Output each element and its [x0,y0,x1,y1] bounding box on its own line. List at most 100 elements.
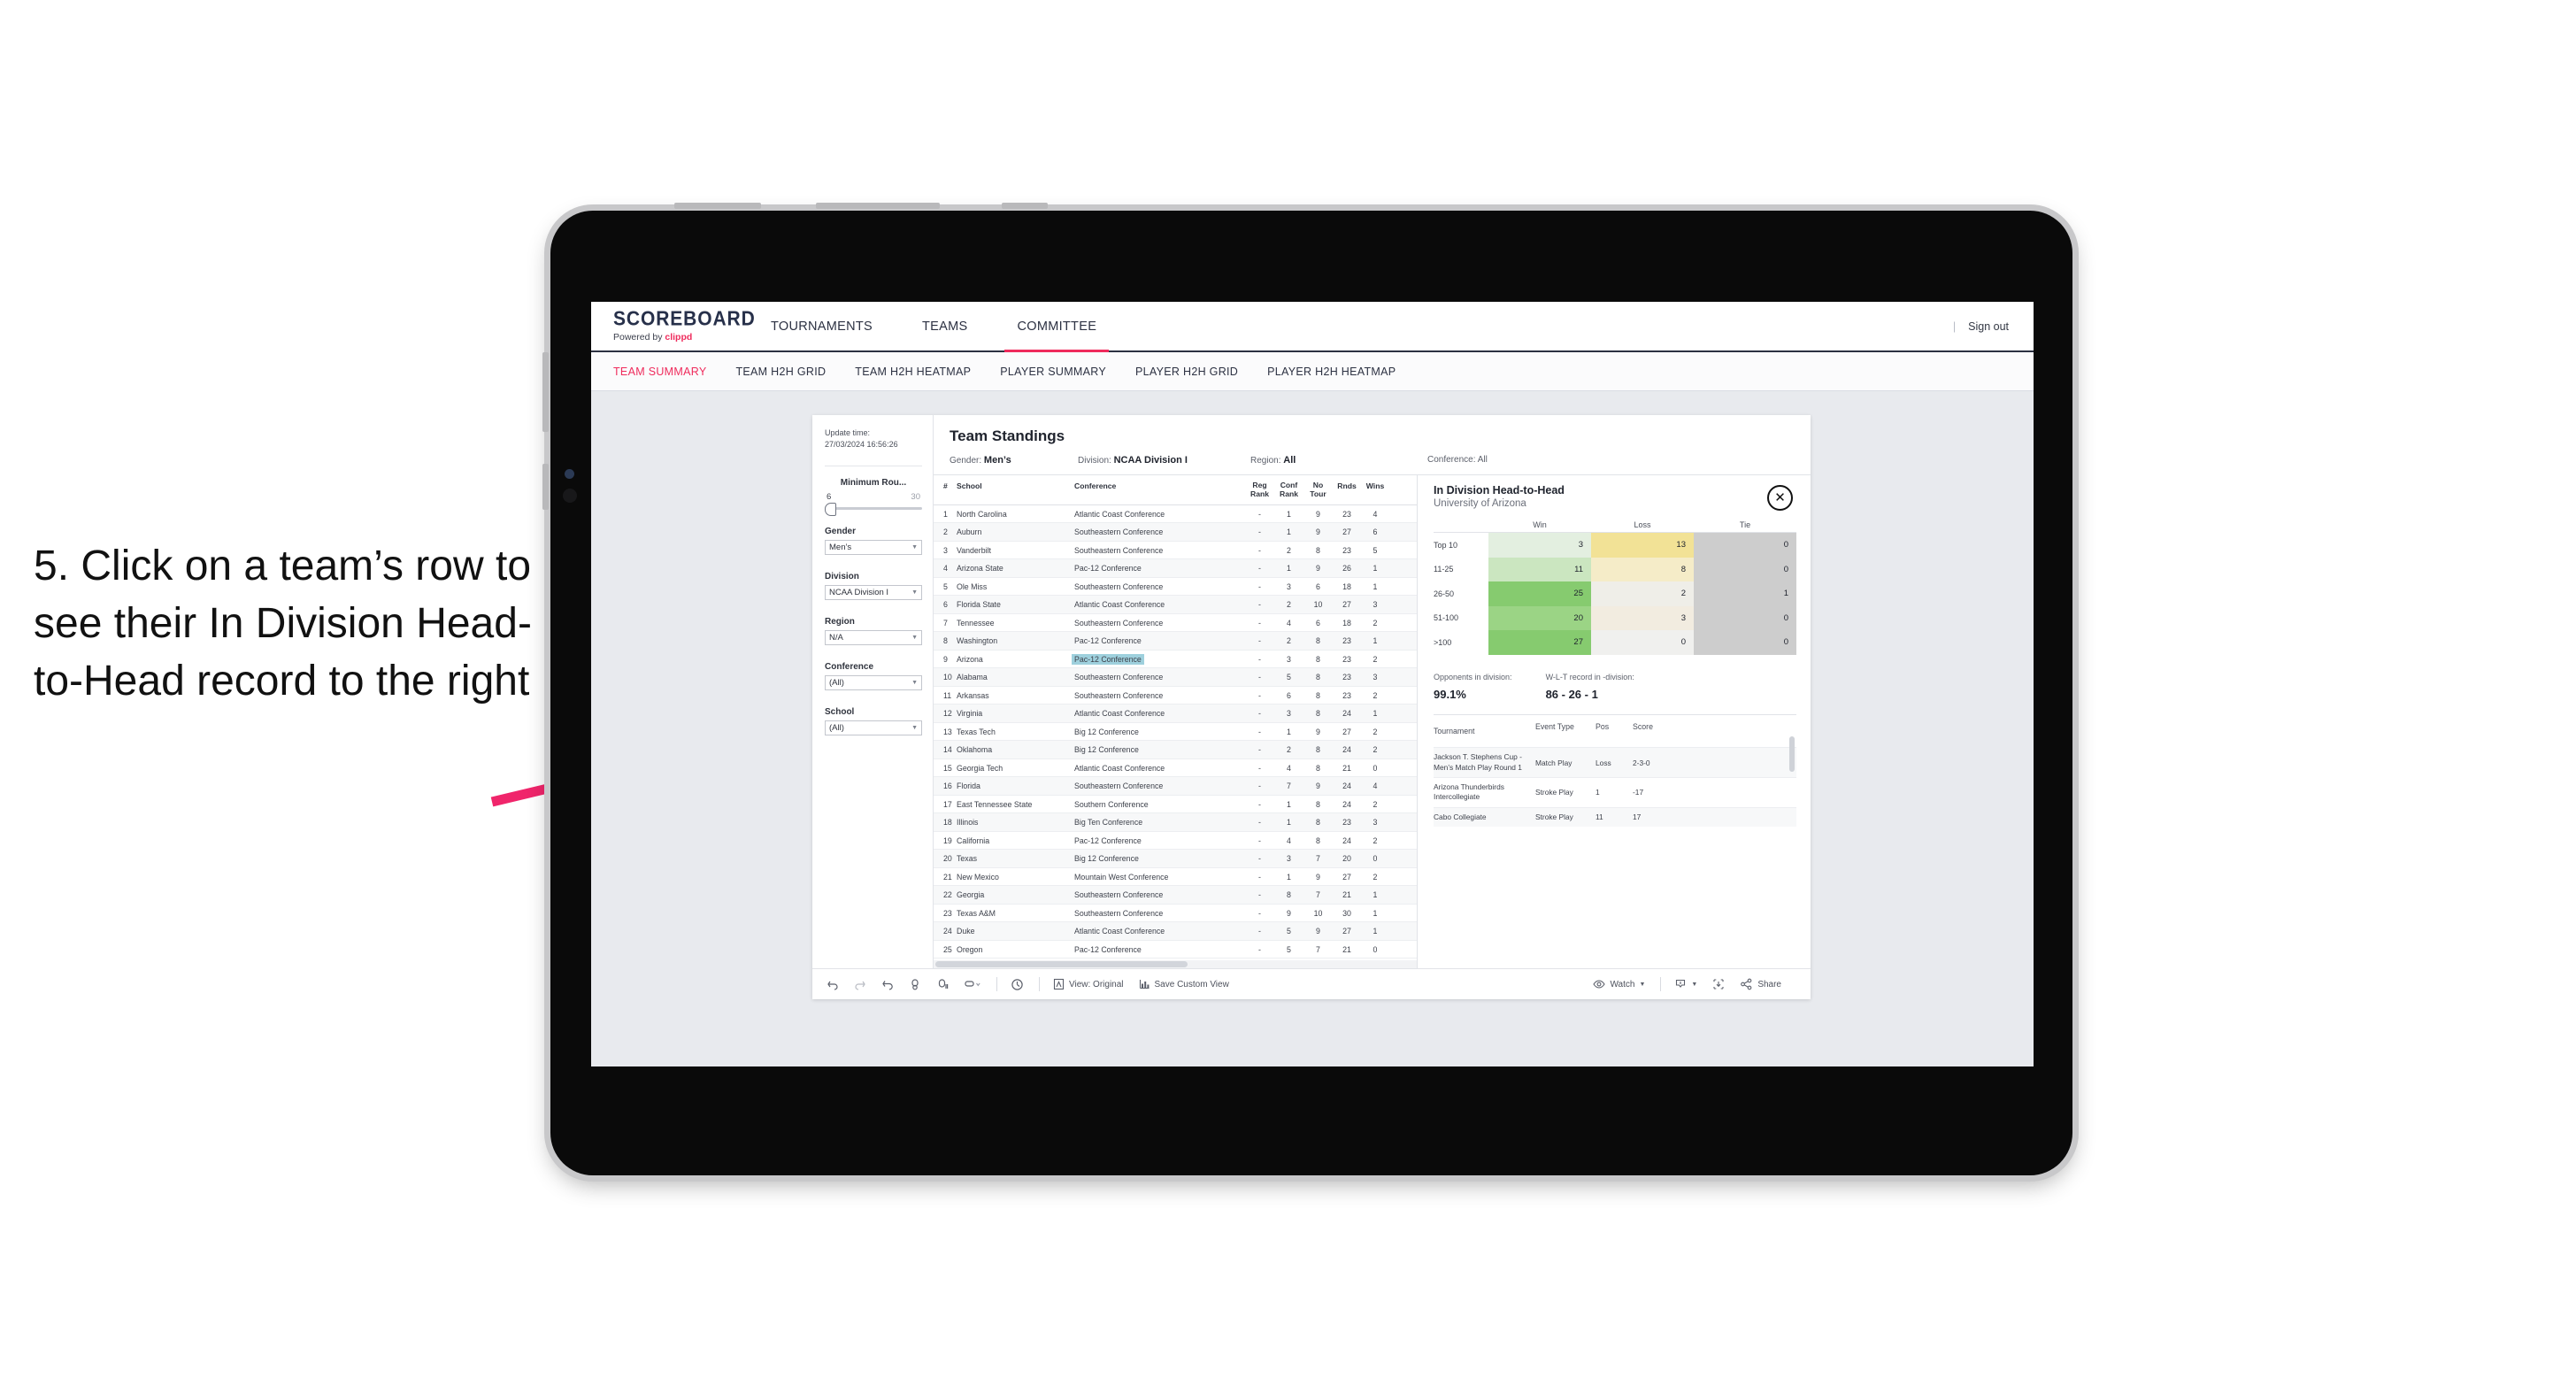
table-row[interactable]: 1 North Carolina Atlantic Coast Conference… [934,505,1417,524]
revert-button[interactable] [881,978,894,990]
list-item[interactable]: Arizona Thunderbirds Intercollegiate Stro… [1434,777,1796,807]
tab-player-h2h-heatmap[interactable]: PLAYER H2H HEATMAP [1267,366,1396,378]
table-row[interactable]: 25 Oregon Pac-12 Conference - 5 7 21 0 [934,941,1417,959]
tab-team-summary[interactable]: TEAM SUMMARY [613,366,706,378]
list-item[interactable]: Cabo Collegiate Stroke Play 11 17 [1434,806,1796,828]
heatmap-cell[interactable]: 1 [1694,581,1796,606]
redo-button[interactable] [854,978,866,990]
cell-wins: 1 [1373,709,1378,718]
heatmap-cell[interactable]: 11 [1488,557,1591,581]
table-row[interactable]: 9 Arizona Pac-12 Conference - 3 8 23 2 [934,651,1417,669]
table-row[interactable]: 20 Texas Big 12 Conference - 3 7 20 0 [934,850,1417,868]
heatmap-cell[interactable]: 0 [1694,605,1796,630]
col-header-rank[interactable]: # [934,481,957,499]
refresh-button[interactable] [909,978,921,990]
heatmap-cell[interactable]: 0 [1694,533,1796,558]
table-row[interactable]: 18 Illinois Big Ten Conference -1 8 23 3 [934,813,1417,832]
col-header-conference[interactable]: Conference [1074,481,1245,499]
heatmap-cell[interactable]: 27 [1488,630,1591,655]
heatmap-cell[interactable]: 3 [1591,605,1694,630]
cell-conference: Southeastern Conference [1074,890,1164,899]
instruction-annotation: 5. Click on a team’s row to see their In… [34,543,532,705]
nav-item-tournaments[interactable]: TOURNAMENTS [746,302,897,350]
col-header-conf-rank[interactable]: Conf Rank [1274,481,1303,499]
table-row[interactable]: 12 Virginia Atlantic Coast Conference - 3 8 24… [934,705,1417,723]
table-row[interactable]: 8 Washington Pac-12 Conference - 2 8 23 1 [934,632,1417,651]
table-row[interactable]: 3 Vanderbilt Southeastern Conference - 2 8 23 5 [934,542,1417,560]
slider-track[interactable] [825,503,922,517]
horizontal-scrollbar-thumb[interactable] [935,961,1188,967]
table-row[interactable]: 23 Texas A&M Southeastern Conference - 9 10 30… [934,905,1417,923]
table-row[interactable]: 7 Tennessee Southeastern Conference - 4 6 18 2 [934,614,1417,633]
table-row[interactable]: 24 Duke Atlantic Coast Conference - 5 9 27 1 [934,922,1417,941]
slider-handle[interactable] [825,503,836,517]
heatmap-cell[interactable]: 25 [1488,581,1591,606]
col-header-event-type[interactable]: Event Type [1535,722,1596,742]
save-custom-view-button[interactable]: Save Custom View [1139,978,1229,990]
table-row[interactable]: 22 Georgia Southeastern Conference - 8 7 21 1 [934,886,1417,905]
chevron-down-icon: ▼ [911,725,918,732]
app-logo[interactable]: SCOREBOARD Powered by clippd [591,302,755,350]
table-row[interactable]: 19 California Pac-12 Conference - 4 8 24 2 [934,832,1417,851]
highlight-button[interactable] [964,978,981,990]
col-header-rnds[interactable]: Rnds [1333,481,1361,499]
table-row[interactable]: 15 Georgia Tech Atlantic Coast Conference -… [934,759,1417,778]
tab-player-h2h-grid[interactable]: PLAYER H2H GRID [1135,366,1238,378]
col-header-no-tour[interactable]: No Tour [1303,481,1333,499]
table-row[interactable]: 2 Auburn Southeastern Conference - 1 9 27 6 [934,523,1417,542]
table-row[interactable]: 10 Alabama Southeastern Conference - 5 8 23 3 [934,668,1417,687]
heatmap-cell[interactable]: 0 [1694,630,1796,655]
col-header-school[interactable]: School [957,481,1074,499]
table-row[interactable]: 6 Florida State Atlantic Coast Conference -… [934,596,1417,614]
undo-button[interactable] [827,978,839,990]
alert-button[interactable]: ▼ [1674,978,1697,990]
watch-button[interactable]: Watch ▼ [1593,978,1645,990]
filter-select-division[interactable]: NCAA Division I ▼ [825,585,922,601]
col-header-reg-rank[interactable]: Reg Rank [1245,481,1274,499]
list-item[interactable]: Jackson T. Stephens Cup - Men’s Match Pl… [1434,747,1796,778]
tab-team-h2h-heatmap[interactable]: TEAM H2H HEATMAP [855,366,971,378]
cell-conference: Big 12 Conference [1074,727,1139,736]
horizontal-scrollbar[interactable] [934,960,1417,968]
col-header-tournament[interactable]: Tournament [1434,722,1535,742]
heatmap-cell[interactable]: 20 [1488,605,1591,630]
filter-select-gender[interactable]: Men’s ▼ [825,540,922,556]
table-row[interactable]: 21 New Mexico Mountain West Conference - 1 9 2… [934,868,1417,887]
vertical-scrollbar-thumb[interactable] [1789,735,1795,772]
close-icon[interactable]: ✕ [1767,485,1793,511]
col-header-score[interactable]: Score [1633,722,1679,742]
share-button[interactable]: Share [1740,978,1781,990]
table-row[interactable]: 5 Ole Miss Southeastern Conference - 3 6 18 1 [934,578,1417,597]
heatmap-cell[interactable]: 13 [1591,533,1694,558]
col-header-wins[interactable]: Wins [1361,481,1389,499]
table-row[interactable]: 4 Arizona State Pac-12 Conference - 1 9 26 1 [934,559,1417,578]
heatmap-cell[interactable]: 2 [1591,581,1694,606]
performance-button[interactable] [1011,978,1024,991]
heatmap-cell[interactable]: 3 [1488,533,1591,558]
table-row[interactable]: 17 East Tennessee State Southern Conferenc… [934,796,1417,814]
cell-rnds: 23 [1342,545,1351,555]
heatmap-cell[interactable]: 0 [1591,630,1694,655]
cell-conference: Southeastern Conference [1074,581,1164,591]
filter-select-school[interactable]: (All) ▼ [825,720,922,736]
nav-item-teams[interactable]: TEAMS [897,302,992,350]
tab-team-h2h-grid[interactable]: TEAM H2H GRID [735,366,826,378]
clock-icon [1011,978,1023,990]
undo-icon [827,981,838,990]
heatmap-cell[interactable]: 0 [1694,557,1796,581]
table-row[interactable]: 16 Florida Southeastern Conference - 7 9 24 4 [934,777,1417,796]
heatmap-cell[interactable]: 8 [1591,557,1694,581]
view-original-button[interactable]: View: Original [1053,978,1124,990]
table-row[interactable]: 13 Texas Tech Big 12 Conference - 1 9 27 2 [934,723,1417,742]
filter-select-region[interactable]: N/A ▼ [825,630,922,646]
col-header-pos[interactable]: Pos [1596,722,1633,742]
tab-player-summary[interactable]: PLAYER SUMMARY [1000,366,1106,378]
table-row[interactable]: 11 Arkansas Southeastern Conference - 6 8 23 2 [934,687,1417,705]
table-row[interactable]: 14 Oklahoma Big 12 Conference - 2 8 24 2 [934,741,1417,759]
cell-wins: 0 [1373,854,1378,863]
download-button[interactable] [1712,978,1725,990]
nav-item-committee[interactable]: COMMITTEE [992,302,1121,352]
pause-button[interactable] [936,978,949,990]
sign-out-link[interactable]: Sign out [1968,320,2009,333]
filter-select-conference[interactable]: (All) ▼ [825,675,922,691]
